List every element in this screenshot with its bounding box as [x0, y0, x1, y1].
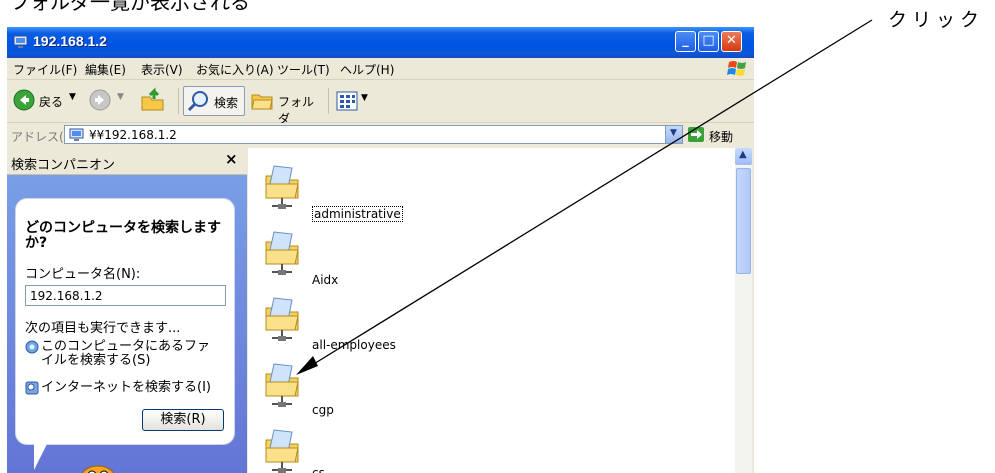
back-label: 戻る — [39, 95, 64, 109]
forward-button[interactable]: ▼ — [87, 86, 131, 116]
folders-label: フォルダ — [278, 95, 315, 126]
search-files-label: このコンピュータにあるファイルを検索する(S) — [41, 339, 211, 368]
search-balloon: どのコンピュータを検索しますか? コンピュータ名(N): 192.168.1.2… — [15, 198, 235, 445]
folder-name: cgp — [312, 403, 334, 417]
menu-bar: ファイル(F) 編集(E) 表示(V) お気に入り(A) ツール(T) ヘルプ(… — [7, 58, 754, 80]
internet-search-label: インターネットを検索する(I) — [41, 380, 211, 395]
vertical-scrollbar[interactable]: ▲ — [735, 148, 752, 473]
network-folder-icon — [265, 363, 299, 407]
chevron-down-icon: ▼ — [361, 93, 368, 103]
network-folder-icon — [265, 165, 299, 209]
minimize-button[interactable]: _ — [675, 31, 696, 52]
maximize-button[interactable]: □ — [698, 31, 719, 52]
network-folder-icon — [265, 297, 299, 341]
search-question: どのコンピュータを検索しますか? — [25, 220, 221, 251]
chevron-down-icon: ▼ — [670, 128, 677, 138]
network-folder-icon — [265, 231, 299, 275]
menu-edit[interactable]: 編集(E) — [85, 61, 126, 78]
truncated-caption: フォルダ一覧が表示される — [10, 0, 250, 14]
back-button[interactable]: 戻る ▼ — [11, 86, 83, 116]
forward-icon — [89, 89, 111, 111]
address-value: ¥¥192.168.1.2 — [89, 128, 177, 142]
menu-view[interactable]: 表示(V) — [141, 61, 183, 78]
window-title: 192.168.1.2 — [33, 33, 107, 49]
up-folder-button[interactable] — [137, 86, 169, 116]
folders-button[interactable]: フォルダ — [248, 86, 320, 126]
computer-icon — [13, 35, 28, 48]
explorer-window: 192.168.1.2 _ □ ✕ ファイル(F) 編集(E) 表示(V) お気… — [7, 27, 754, 473]
balloon-tail — [34, 438, 50, 470]
search-files-link[interactable]: このコンピュータにあるファイルを検索する(S) — [25, 340, 225, 368]
toolbar-divider — [178, 88, 179, 114]
toolbar-divider — [328, 88, 329, 114]
standard-toolbar: 戻る ▼ ▼ 検索 フォルダ ▼ — [7, 80, 754, 126]
go-icon[interactable] — [688, 127, 704, 142]
internet-search-link[interactable]: インターネットを検索する(I) — [25, 381, 211, 395]
up-folder-icon — [141, 87, 164, 111]
go-button-label[interactable]: 移動 — [709, 128, 733, 145]
windows-logo-icon — [727, 61, 746, 76]
folder-name: all-employees — [312, 338, 396, 352]
chevron-down-icon: ▼ — [69, 92, 76, 102]
views-icon — [336, 91, 358, 111]
computer-name-field[interactable]: 192.168.1.2 — [25, 285, 226, 306]
search-companion-pane: 検索コンパニオン × どのコンピュータを検索しますか? コンピュータ名(N): … — [7, 148, 247, 473]
chevron-down-icon: ▼ — [117, 92, 124, 102]
folders-icon — [251, 94, 273, 110]
network-folder-icon — [265, 429, 299, 473]
back-icon — [13, 89, 35, 111]
menu-favorites[interactable]: お気に入り(A) — [196, 61, 274, 78]
folder-view: administrative Aidx all-employees cgp cs — [248, 148, 735, 473]
search-submit-button[interactable]: 検索(R) — [142, 409, 224, 431]
computer-icon — [69, 128, 84, 141]
folder-name: Aidx — [312, 273, 339, 287]
search-label: 検索 — [214, 96, 239, 110]
menu-file[interactable]: ファイル(F) — [13, 61, 77, 78]
search-button[interactable]: 検索 — [183, 86, 245, 116]
menu-tools[interactable]: ツール(T) — [277, 61, 330, 78]
click-callout-label: クリック — [888, 9, 985, 31]
close-icon[interactable]: × — [225, 150, 238, 168]
close-button[interactable]: ✕ — [721, 31, 742, 52]
dog-assistant-icon — [81, 465, 115, 473]
other-options-label: 次の項目も実行できます... — [25, 321, 181, 336]
menu-help[interactable]: ヘルプ(H) — [340, 61, 394, 78]
scroll-up-button[interactable]: ▲ — [735, 148, 752, 165]
title-bar[interactable]: 192.168.1.2 _ □ ✕ — [7, 27, 754, 58]
search-file-icon — [25, 340, 39, 354]
address-dropdown-button[interactable]: ▼ — [665, 126, 682, 143]
folder-name: administrative — [312, 206, 403, 222]
search-companion-title: 検索コンパニオン — [11, 158, 116, 173]
computer-name-label: コンピュータ名(N): — [25, 267, 141, 282]
search-icon — [187, 91, 208, 112]
address-bar: アドレス(D) ¥¥192.168.1.2 ▼ 移動 — [7, 123, 754, 147]
address-input[interactable]: ¥¥192.168.1.2 ▼ — [64, 125, 683, 144]
search-companion-header: 検索コンパニオン × — [7, 148, 247, 175]
chevron-up-icon: ▲ — [739, 149, 747, 160]
folder-name: cs — [312, 466, 325, 473]
views-button[interactable]: ▼ — [334, 86, 374, 116]
scrollbar-thumb[interactable] — [736, 168, 751, 274]
internet-search-icon — [25, 381, 39, 395]
